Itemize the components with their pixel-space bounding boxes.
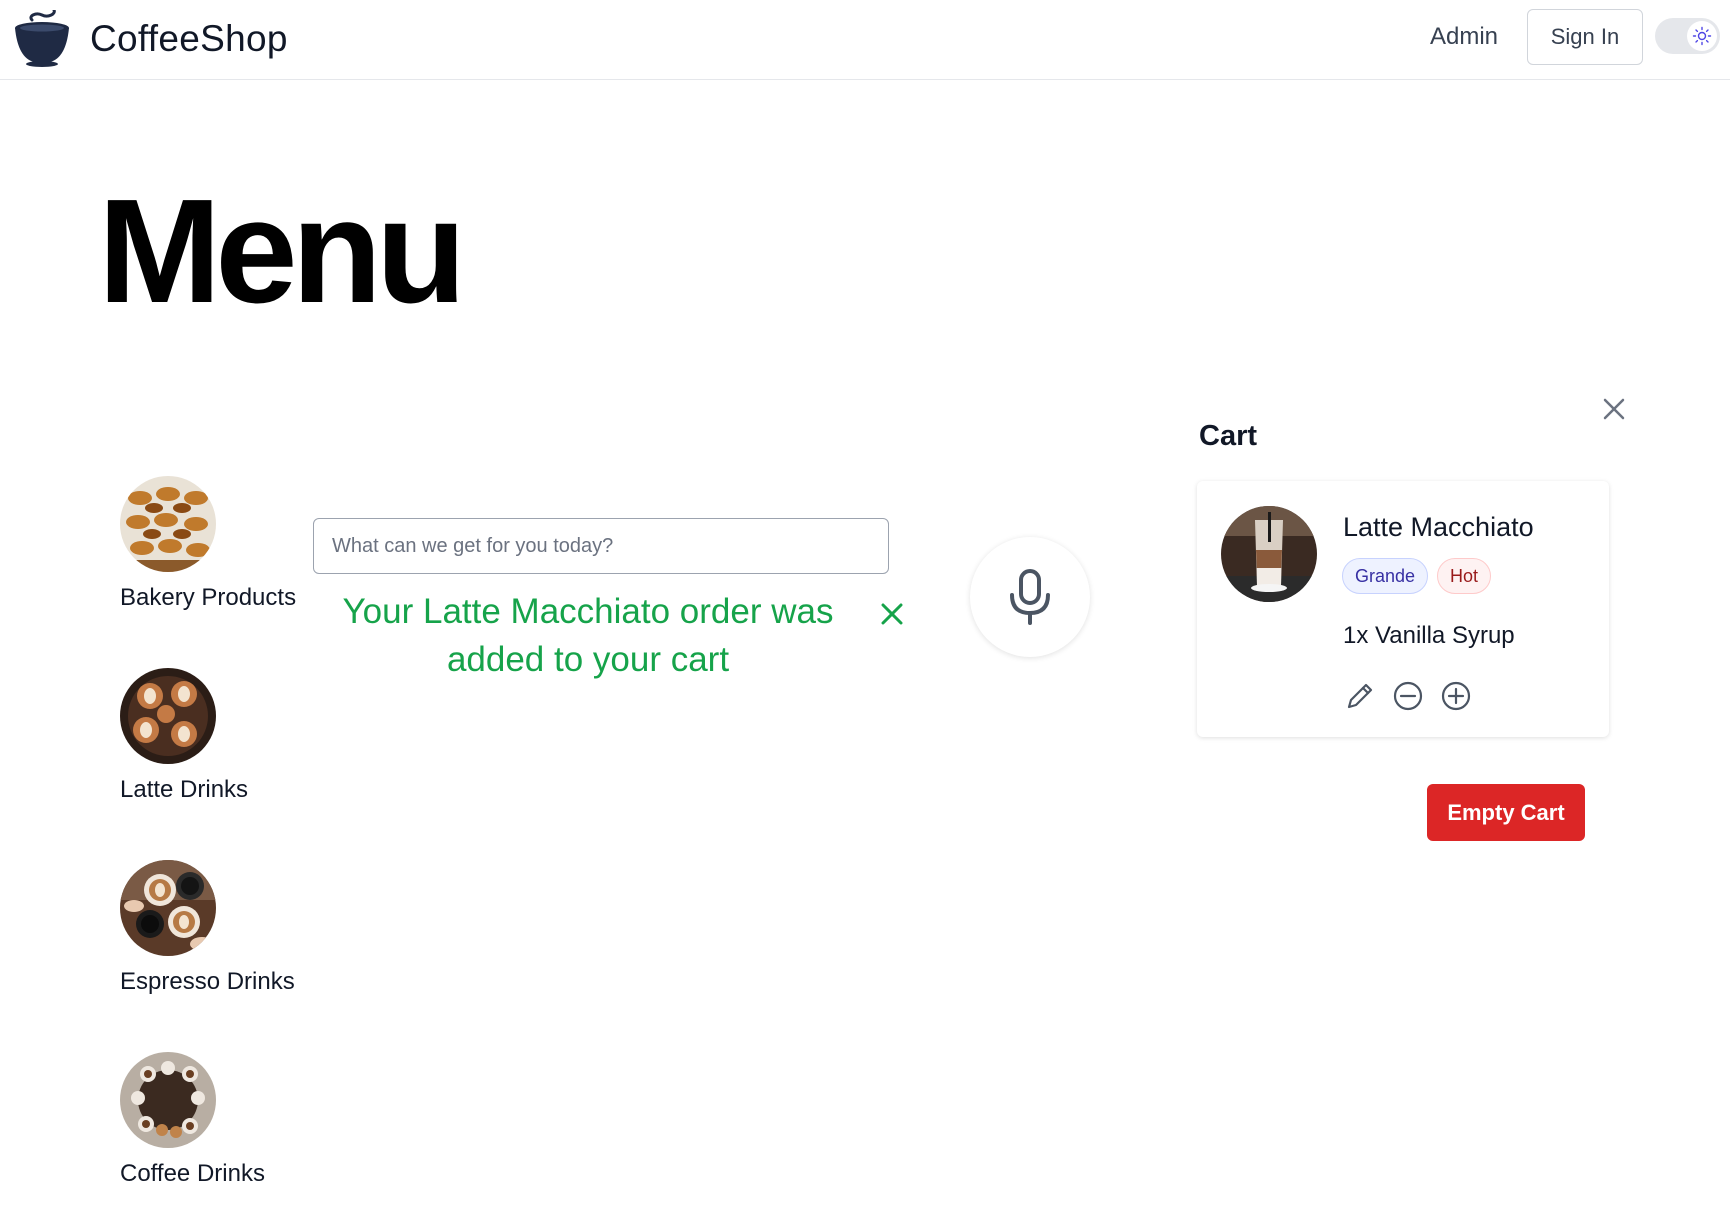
voice-input-button[interactable] xyxy=(970,537,1090,657)
category-label: Espresso Drinks xyxy=(120,968,295,995)
decrease-quantity-minus-icon[interactable] xyxy=(1391,679,1425,713)
empty-cart-button[interactable]: Empty Cart xyxy=(1427,784,1585,841)
category-espresso-drinks[interactable]: Espresso Drinks xyxy=(120,860,320,996)
order-added-message: Your Latte Macchiato order was added to … xyxy=(342,592,834,679)
latte-macchiato-photo xyxy=(1221,506,1317,602)
sign-in-button[interactable]: Sign In xyxy=(1527,9,1643,65)
top-navbar: CoffeeShop Admin Sign In xyxy=(0,0,1730,80)
category-label: Latte Drinks xyxy=(120,776,249,803)
coffee-cup-logo-icon[interactable] xyxy=(12,8,74,68)
microphone-icon xyxy=(1010,569,1050,625)
pastries-photo xyxy=(120,476,216,572)
sun-icon xyxy=(1692,26,1712,46)
category-bakery-products[interactable]: Bakery Products xyxy=(120,476,320,612)
dismiss-message-close-icon[interactable] xyxy=(876,598,908,630)
edit-item-pencil-icon[interactable] xyxy=(1343,679,1377,713)
category-coffee-drinks[interactable]: Coffee Drinks xyxy=(120,1052,320,1188)
category-latte-drinks[interactable]: Latte Drinks xyxy=(120,668,320,804)
toggle-knob xyxy=(1687,21,1717,51)
brand-name[interactable]: CoffeeShop xyxy=(90,18,288,60)
cart-item-addon: 1x Vanilla Syrup xyxy=(1343,622,1515,649)
category-label: Bakery Products xyxy=(120,584,297,611)
theme-toggle[interactable] xyxy=(1655,18,1720,54)
increase-quantity-plus-icon[interactable] xyxy=(1439,679,1473,713)
category-label: Coffee Drinks xyxy=(120,1160,265,1187)
close-cart-close-icon[interactable] xyxy=(1600,395,1628,423)
temperature-badge: Hot xyxy=(1437,558,1492,594)
admin-link[interactable]: Admin xyxy=(1430,23,1498,51)
cart-item-name: Latte Macchiato xyxy=(1343,512,1534,542)
cart-title: Cart xyxy=(1199,420,1258,452)
cart-item: Latte Macchiato Grande Hot 1x Vanilla Sy… xyxy=(1197,481,1609,737)
latte-art-photo xyxy=(120,668,216,764)
page-title: Menu xyxy=(98,169,466,334)
coffee-table-photo xyxy=(120,1052,216,1148)
order-search-input[interactable] xyxy=(313,518,889,574)
espresso-cups-photo xyxy=(120,860,216,956)
size-badge: Grande xyxy=(1342,558,1429,594)
